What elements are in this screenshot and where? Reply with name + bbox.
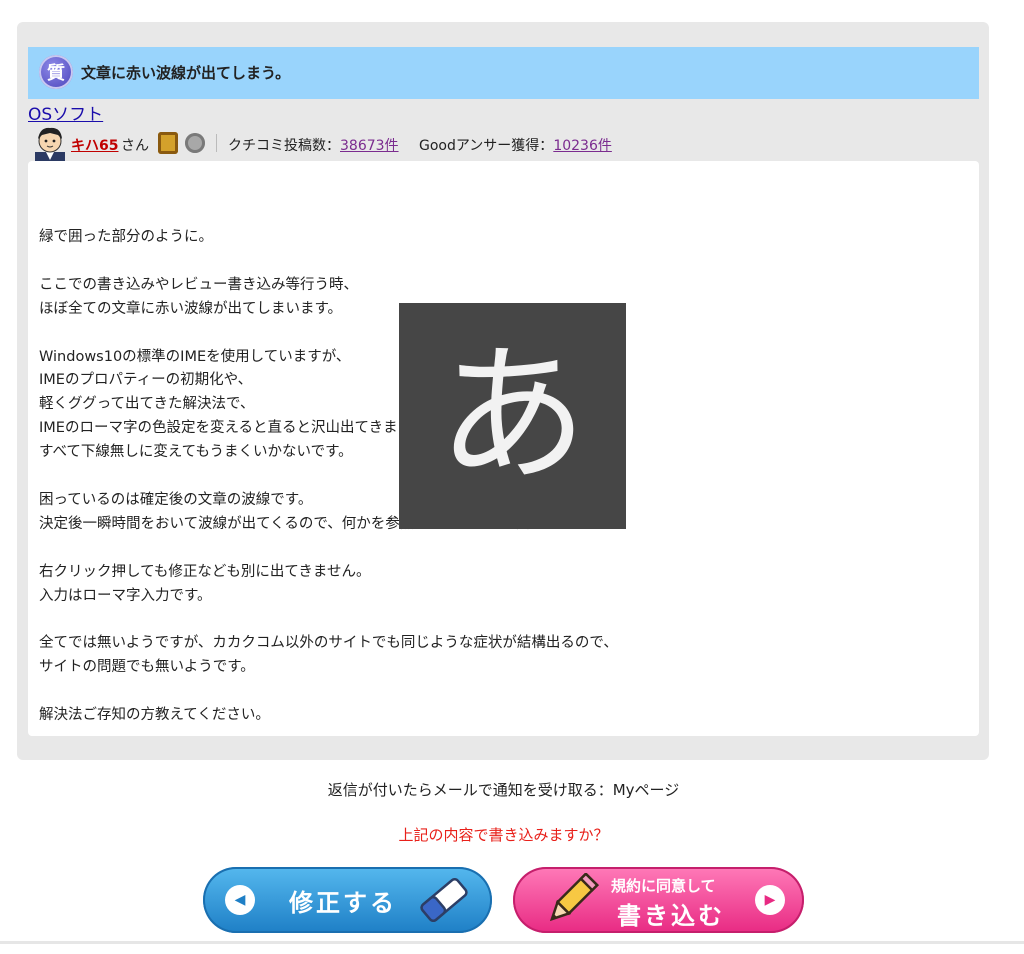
ime-mode-indicator: あ (399, 303, 626, 529)
category-link[interactable]: OSソフト (28, 100, 103, 125)
footer-divider (0, 941, 1024, 944)
submit-button-label-line2: 書き込む (617, 902, 725, 930)
posts-label: クチコミ投稿数： (228, 138, 340, 154)
posts-count-link[interactable]: 38673件 (340, 138, 399, 154)
posts-count: クチコミ投稿数：38673件 (228, 135, 399, 155)
arrow-right-icon: ▶ (755, 885, 785, 915)
eraser-icon (420, 877, 468, 923)
username-link[interactable]: キハ65 (71, 135, 118, 155)
pencil-icon (549, 873, 599, 922)
good-answer-label: Goodアンサー獲得： (419, 138, 554, 154)
username-suffix: さん (121, 138, 149, 154)
gold-medal-icon (158, 132, 178, 154)
edit-button-label: 修正する (289, 889, 397, 917)
submit-button-label-line1: 規約に同意して (611, 877, 716, 895)
avatar-icon[interactable] (30, 124, 70, 166)
question-badge-icon: 質 (39, 55, 73, 89)
divider (216, 134, 217, 152)
silver-medal-icon (185, 133, 205, 153)
submit-button[interactable]: 規約に同意して 書き込む ▶ (513, 867, 804, 933)
edit-button[interactable]: ◀ 修正する (203, 867, 492, 933)
arrow-left-icon: ◀ (225, 885, 255, 915)
confirm-message: 上記の内容で書き込みますか？ (398, 826, 609, 844)
good-answer-count: Goodアンサー獲得：10236件 (419, 135, 612, 155)
good-answer-link[interactable]: 10236件 (553, 138, 612, 154)
user-info-row: キハ65 さん クチコミ投稿数：38673件 Goodアンサー獲得：10236件 (28, 124, 728, 166)
email-notify-text: 返信が付いたらメールで通知を受け取る：Myページ (327, 781, 680, 799)
question-title: 文章に赤い波線が出てしまう。 (81, 64, 291, 82)
